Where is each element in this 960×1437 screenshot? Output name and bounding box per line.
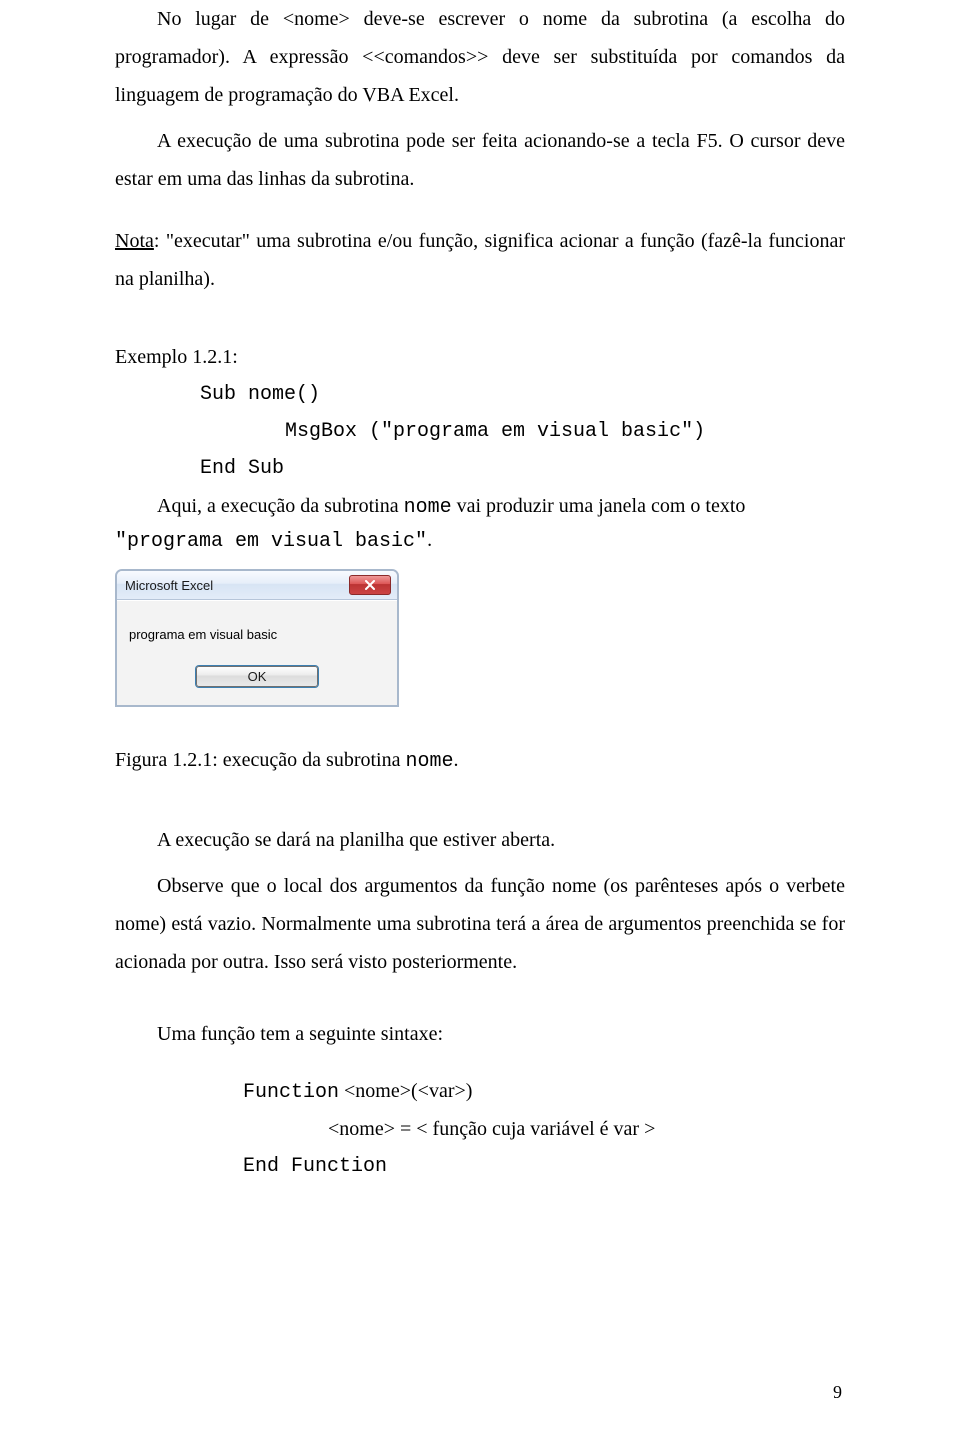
msgbox-dialog: Microsoft Excel programa em visual basic… (115, 569, 399, 707)
example-heading: Exemplo 1.2.1: (115, 338, 845, 376)
page-number: 9 (833, 1375, 842, 1409)
paragraph-mixed-line2: "programa em visual basic". (115, 521, 845, 561)
code-line-2: MsgBox ("programa em visual basic") (285, 413, 845, 450)
syntax-line-2: <nome> = < função cuja variável é var > (328, 1111, 845, 1148)
caption-code: nome (405, 750, 453, 773)
syntax-l1-code: Function (243, 1081, 339, 1104)
syntax-l1-rest: <nome>(<var>) (339, 1080, 472, 1102)
close-icon (364, 580, 376, 590)
paragraph-4: Observe que o local dos argumentos da fu… (115, 867, 845, 981)
code-line-3: End Sub (200, 457, 284, 480)
caption-pre: Figura 1.2.1: execução da subrotina (115, 749, 405, 771)
figure-caption: Figura 1.2.1: execução da subrotina nome… (115, 741, 845, 781)
paragraph-1: No lugar de <nome> deve-se escrever o no… (115, 0, 845, 114)
mixed-code-2: "programa em visual basic" (115, 530, 427, 553)
dialog-title: Microsoft Excel (125, 578, 213, 593)
syntax-line-1: Function <nome>(<var>) (243, 1073, 845, 1111)
mixed-mid: vai produzir uma janela com o texto (452, 495, 746, 517)
syntax-block: Function <nome>(<var>) <nome> = < função… (243, 1073, 845, 1185)
code-line-1: Sub nome() (200, 383, 320, 406)
nota-paragraph: Nota: "executar" uma subrotina e/ou funç… (115, 222, 845, 298)
mixed-code-1: nome (404, 496, 452, 519)
syntax-heading: Uma função tem a seguinte sintaxe: (115, 1015, 845, 1053)
mixed-pre: Aqui, a execução da subrotina (157, 495, 404, 517)
ok-button[interactable]: OK (196, 666, 318, 687)
paragraph-2: A execução de uma subrotina pode ser fei… (115, 122, 845, 198)
syntax-line-3: End Function (243, 1148, 845, 1185)
dialog-body: programa em visual basic OK (117, 600, 397, 705)
nota-text: : "executar" uma subrotina e/ou função, … (115, 230, 845, 290)
paragraph-3: A execução se dará na planilha que estiv… (115, 821, 845, 859)
nota-label: Nota (115, 230, 154, 252)
dialog-titlebar: Microsoft Excel (117, 571, 397, 600)
mixed-post: . (427, 529, 432, 551)
dialog-message: programa em visual basic (129, 627, 385, 642)
dialog-button-row: OK (129, 666, 385, 695)
caption-post: . (453, 749, 458, 771)
code-block-example: Sub nome() MsgBox ("programa em visual b… (200, 376, 845, 487)
close-button[interactable] (349, 575, 391, 595)
page: No lugar de <nome> deve-se escrever o no… (0, 0, 960, 1437)
